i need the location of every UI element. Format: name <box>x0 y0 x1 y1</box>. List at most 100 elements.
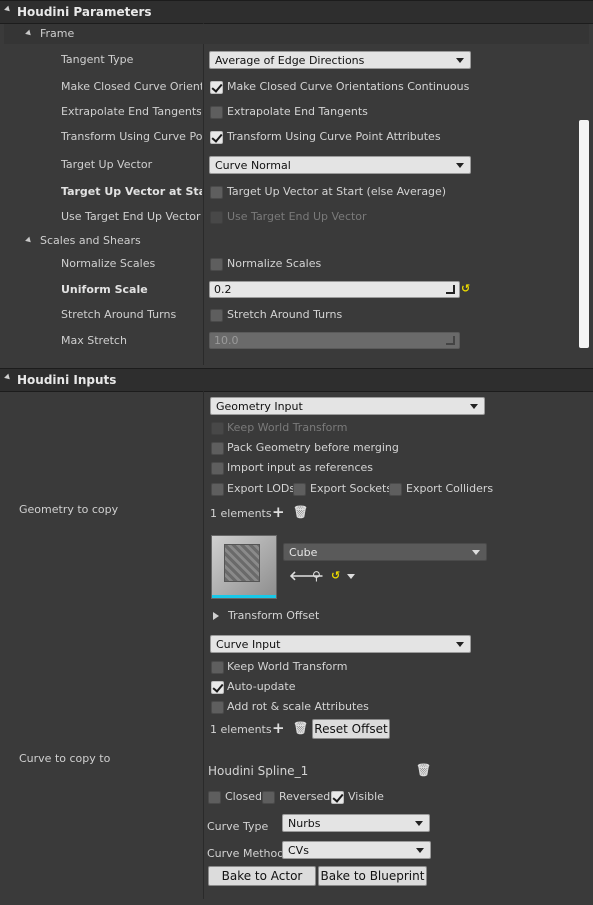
target-end-up-checkbox[interactable] <box>210 211 223 224</box>
export-lods-label: Export LODs <box>227 482 296 495</box>
reversed-checkbox[interactable] <box>262 791 275 804</box>
reset-arrow-icon[interactable]: ↺ <box>331 569 340 582</box>
add-rot-scale-checkbox[interactable] <box>211 701 224 714</box>
uniform-scale-label: Uniform Scale <box>61 283 148 296</box>
stretch-turns-checkbox-label: Stretch Around Turns <box>227 308 343 321</box>
expand-arrow-icon[interactable] <box>213 612 219 620</box>
curve-keep-world-label: Keep World Transform <box>227 660 348 673</box>
curve-type-dropdown[interactable]: Nurbs <box>282 814 430 832</box>
target-up-label: Target Up Vector <box>61 158 153 171</box>
export-sockets-label: Export Sockets <box>310 482 393 495</box>
collapse-arrow-icon[interactable] <box>4 373 12 382</box>
input-value: 10.0 <box>214 334 239 347</box>
curve-method-dropdown[interactable]: CVs <box>282 841 431 859</box>
bake-to-blueprint-button[interactable]: Bake to Blueprint <box>318 866 427 886</box>
closed-checkbox[interactable] <box>208 791 221 804</box>
drag-handle-icon[interactable] <box>446 336 455 345</box>
export-sockets-checkbox[interactable] <box>293 483 306 496</box>
geo-keep-world-checkbox[interactable] <box>211 422 224 435</box>
export-lods-checkbox[interactable] <box>211 483 224 496</box>
stretch-turns-checkbox[interactable] <box>210 309 223 322</box>
target-up-start-checkbox-label: Target Up Vector at Start (else Average) <box>227 185 447 198</box>
transform-curve-label: Transform Using Curve Poin <box>61 130 202 143</box>
visible-checkbox[interactable] <box>331 791 344 804</box>
dropdown-value: Curve Normal <box>215 159 291 172</box>
chevron-down-icon <box>415 821 423 826</box>
dropdown-value: Cube <box>289 546 318 559</box>
trash-icon[interactable]: 🗑 <box>293 721 308 735</box>
spline-name: Houdini Spline_1 <box>208 764 309 778</box>
max-stretch-label: Max Stretch <box>61 334 127 347</box>
plus-icon[interactable]: + <box>272 719 285 737</box>
curve-type-label: Curve Type <box>207 820 269 833</box>
closed-curve-checkbox-label: Make Closed Curve Orientations Continuou… <box>227 80 470 93</box>
collapse-arrow-icon[interactable] <box>25 236 33 245</box>
import-references-label: Import input as references <box>227 461 374 474</box>
scrollbar[interactable] <box>579 120 589 348</box>
frame-group-header[interactable]: Frame <box>4 24 589 44</box>
houdini-inputs-header[interactable]: Houdini Inputs <box>0 368 593 392</box>
section-title: Houdini Inputs <box>17 373 117 387</box>
closed-label: Closed <box>225 790 262 803</box>
reset-arrow-icon[interactable]: ↺ <box>461 282 470 295</box>
dropdown-value: Geometry Input <box>216 400 303 413</box>
closed-curve-label: Make Closed Curve Orientat <box>61 80 202 93</box>
trash-icon[interactable]: 🗑 <box>416 763 431 777</box>
chevron-down-icon <box>470 404 478 409</box>
target-end-up-checkbox-label: Use Target End Up Vector <box>227 210 367 223</box>
tangent-type-dropdown[interactable]: Average of Edge Directions <box>209 51 471 69</box>
plus-icon[interactable]: + <box>272 503 285 521</box>
asset-thumbnail[interactable] <box>211 535 277 599</box>
transform-offset-label: Transform Offset <box>228 609 320 622</box>
reset-offset-button[interactable]: Reset Offset <box>312 719 390 739</box>
max-stretch-input[interactable]: 10.0 <box>209 332 460 349</box>
scales-group-header[interactable]: Scales and Shears <box>4 231 589 251</box>
drag-handle-icon[interactable] <box>446 285 455 294</box>
houdini-parameters-header[interactable]: Houdini Parameters <box>0 0 593 24</box>
curve-method-label: Curve Method <box>207 847 285 860</box>
collapse-arrow-icon[interactable] <box>25 29 33 38</box>
asset-picker-dropdown[interactable]: Cube <box>283 543 487 561</box>
trash-icon[interactable]: 🗑 <box>293 505 308 519</box>
transform-curve-checkbox-label: Transform Using Curve Point Attributes <box>227 130 441 143</box>
chevron-down-icon <box>456 642 464 647</box>
visible-label: Visible <box>348 790 384 803</box>
pack-geometry-checkbox[interactable] <box>211 442 224 455</box>
curve-elements-count: 1 elements <box>210 723 272 736</box>
geometry-input-type-dropdown[interactable]: Geometry Input <box>210 397 485 415</box>
input-value: 0.2 <box>214 283 232 296</box>
chevron-down-icon <box>456 58 464 63</box>
curve-to-copy-label: Curve to copy to <box>19 752 111 765</box>
normalize-scales-checkbox[interactable] <box>210 258 223 271</box>
target-up-start-checkbox[interactable] <box>210 186 223 199</box>
import-references-checkbox[interactable] <box>211 462 224 475</box>
transform-curve-checkbox[interactable] <box>210 131 223 144</box>
uniform-scale-input[interactable]: 0.2 <box>209 281 460 298</box>
tangent-type-label: Tangent Type <box>61 53 134 66</box>
chevron-down-icon[interactable] <box>347 574 355 579</box>
stretch-turns-label: Stretch Around Turns <box>61 308 177 321</box>
chevron-down-icon <box>416 848 424 853</box>
target-end-up-label: Use Target End Up Vector <box>61 210 201 223</box>
auto-update-label: Auto-update <box>227 680 296 693</box>
reversed-label: Reversed <box>279 790 331 803</box>
group-title: Scales and Shears <box>40 234 141 247</box>
dropdown-value: Average of Edge Directions <box>215 54 365 67</box>
column-divider <box>203 23 204 365</box>
closed-curve-checkbox[interactable] <box>210 81 223 94</box>
target-up-start-label: Target Up Vector at Start (el <box>61 185 202 198</box>
target-up-dropdown[interactable]: Curve Normal <box>209 156 471 174</box>
collapse-arrow-icon[interactable] <box>4 5 12 14</box>
extrapolate-label: Extrapolate End Tangents <box>61 105 201 118</box>
auto-update-checkbox[interactable] <box>211 681 224 694</box>
extrapolate-checkbox[interactable] <box>210 106 223 119</box>
group-title: Frame <box>40 27 75 40</box>
geometry-to-copy-label: Geometry to copy <box>19 503 119 516</box>
curve-keep-world-checkbox[interactable] <box>211 661 224 674</box>
thumbnail-accent-bar <box>212 595 276 598</box>
curve-input-type-dropdown[interactable]: Curve Input <box>210 635 471 653</box>
export-colliders-checkbox[interactable] <box>389 483 402 496</box>
search-icon[interactable]: ⚲ <box>312 569 321 583</box>
bake-to-actor-button[interactable]: Bake to Actor <box>208 866 316 886</box>
export-colliders-label: Export Colliders <box>406 482 494 495</box>
